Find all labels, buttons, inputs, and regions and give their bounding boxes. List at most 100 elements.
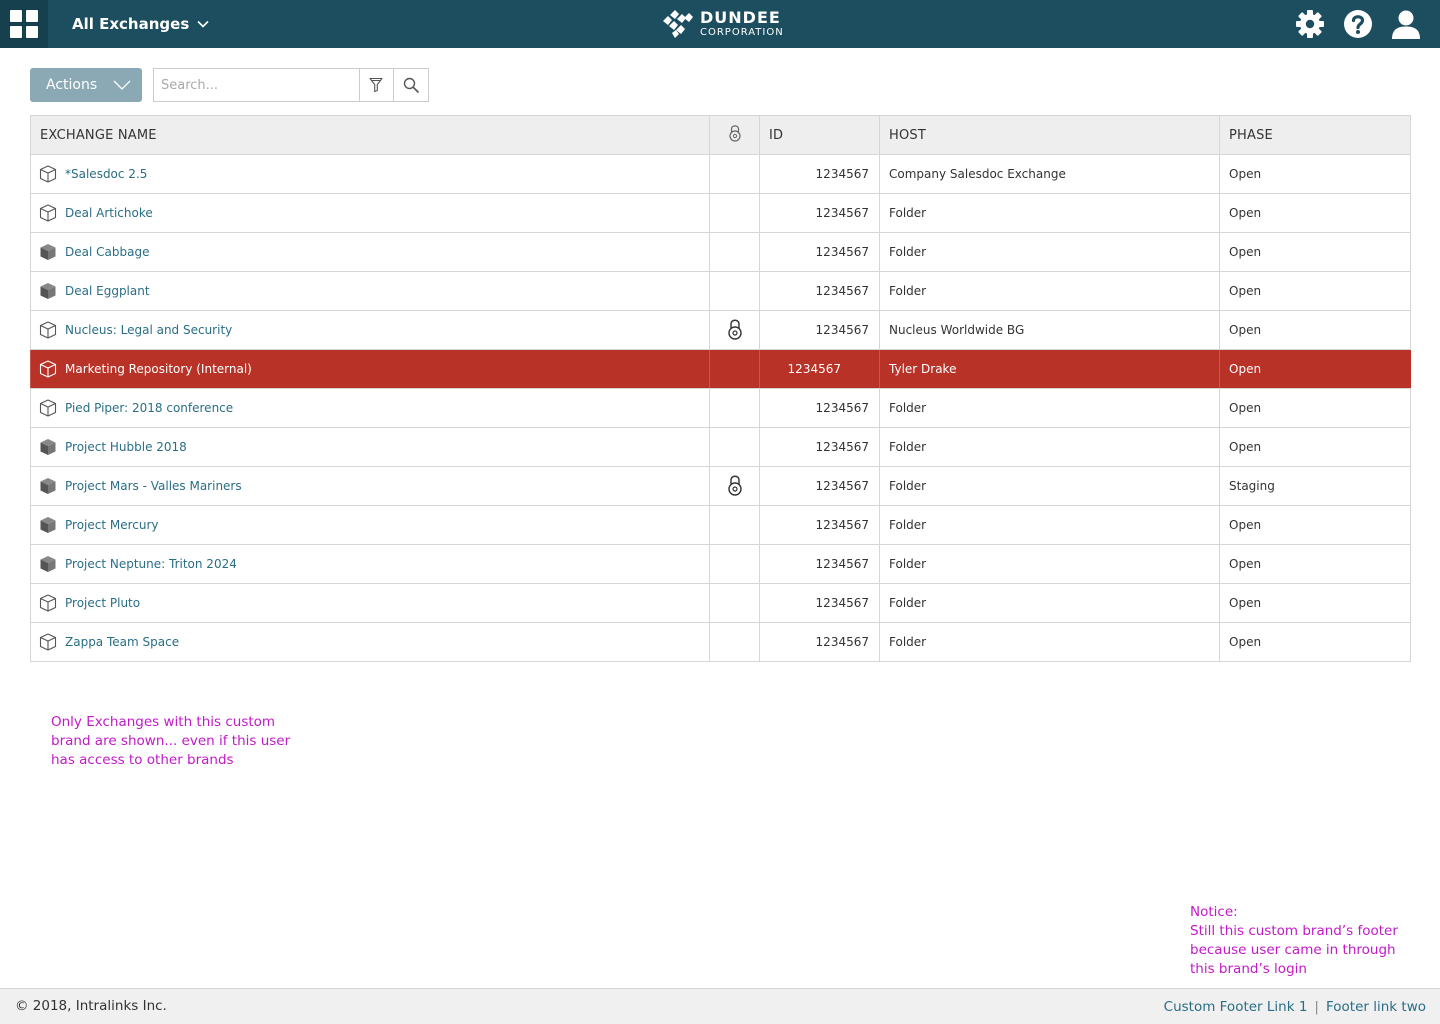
cell-exchange-name: Project Mars - Valles Mariners — [30, 466, 710, 506]
settings-button[interactable] — [1294, 8, 1326, 40]
footer-link-2[interactable]: Footer link two — [1326, 999, 1426, 1015]
table-row[interactable]: Project Pluto 1234567 Folder Open — [30, 583, 1411, 623]
exchange-name-link[interactable]: Nucleus: Legal and Security — [65, 323, 232, 337]
exchange-name-link[interactable]: Deal Cabbage — [65, 245, 149, 259]
cell-id: 1234567 — [759, 271, 880, 311]
table-row[interactable]: *Salesdoc 2.5 1234567 Company Salesdoc Exc… — [30, 154, 1411, 194]
cell-exchange-name: Deal Cabbage — [30, 232, 710, 272]
footer-links: Custom Footer Link 1 | Footer link two — [1164, 999, 1426, 1015]
column-header-phase[interactable]: PHASE — [1219, 115, 1411, 155]
cube-outline-icon — [39, 594, 57, 612]
exchange-name-link[interactable]: Deal Eggplant — [65, 284, 150, 298]
exchange-name-link[interactable]: Deal Artichoke — [65, 206, 153, 220]
cube-filled-icon — [40, 439, 56, 455]
column-header-id[interactable]: ID — [759, 115, 880, 155]
cell-lock — [709, 622, 760, 662]
cell-phase: Open — [1219, 505, 1411, 545]
exchange-name-link[interactable]: *Salesdoc 2.5 — [65, 167, 147, 181]
exchange-name-link[interactable]: Project Hubble 2018 — [65, 440, 187, 454]
column-header-host[interactable]: HOST — [879, 115, 1220, 155]
column-header-exchange-name[interactable]: EXCHANGE NAME — [30, 115, 710, 155]
actions-dropdown-button[interactable]: Actions — [30, 68, 142, 102]
filter-button[interactable] — [358, 69, 394, 101]
cell-exchange-name: Marketing Repository (Internal) — [30, 349, 710, 389]
table-row[interactable]: Project Neptune: Triton 2024 1234567 Folde… — [30, 544, 1411, 584]
annotation-footer-notice-body: Still this custom brand’s footer because… — [1190, 923, 1398, 977]
table-row[interactable]: Marketing Repository (Internal) 1234567 Ty… — [30, 349, 1411, 389]
table-row[interactable]: Deal Cabbage 1234567 Folder Open — [30, 232, 1411, 272]
cell-id: 1234567 — [759, 388, 880, 428]
gear-icon — [1296, 10, 1324, 38]
cell-host: Folder — [879, 427, 1220, 467]
table-row[interactable]: Pied Piper: 2018 conference 1234567 Folder… — [30, 388, 1411, 428]
cell-host: Nucleus Worldwide BG — [879, 310, 1220, 350]
lock-icon — [727, 319, 742, 340]
logo-title: DUNDEE — [700, 8, 781, 27]
top-bar: All Exchanges DUNDEE CORPORATION — [0, 0, 1440, 48]
cell-exchange-name: Project Mercury — [30, 505, 710, 545]
exchange-filter-menu[interactable]: All Exchanges — [72, 0, 209, 48]
exchange-name-link[interactable]: Project Mercury — [65, 518, 159, 532]
cell-host: Folder — [879, 232, 1220, 272]
table-row[interactable]: Zappa Team Space 1234567 Folder Open — [30, 622, 1411, 662]
cell-lock — [709, 583, 760, 623]
cell-exchange-name: Project Hubble 2018 — [30, 427, 710, 467]
search-input[interactable] — [154, 69, 359, 101]
table-row[interactable]: Project Mars - Valles Mariners 1234567 Fol… — [30, 466, 1411, 506]
copyright-text: © 2018, Intralinks Inc. — [15, 998, 167, 1014]
cell-exchange-name: Zappa Team Space — [30, 622, 710, 662]
help-icon — [1344, 10, 1372, 38]
exchange-name-link[interactable]: Zappa Team Space — [65, 635, 179, 649]
cell-phase: Open — [1219, 154, 1411, 194]
exchange-filter-label: All Exchanges — [72, 15, 190, 33]
cell-exchange-name: *Salesdoc 2.5 — [30, 154, 710, 194]
table-row[interactable]: Nucleus: Legal and Security 1234567 Nucleu… — [30, 310, 1411, 350]
cell-id: 1234567 — [759, 622, 880, 662]
cube-filled-icon — [40, 478, 56, 494]
cell-lock — [709, 193, 760, 233]
cell-exchange-name: Pied Piper: 2018 conference — [30, 388, 710, 428]
cell-phase: Open — [1219, 271, 1411, 311]
apps-grid-icon — [10, 10, 38, 38]
exchange-name-link[interactable]: Project Neptune: Triton 2024 — [65, 557, 237, 571]
cell-host: Folder — [879, 193, 1220, 233]
table-row[interactable]: Project Hubble 2018 1234567 Folder Open — [30, 427, 1411, 467]
exchange-name-link[interactable]: Project Mars - Valles Mariners — [65, 479, 242, 493]
cell-lock — [709, 349, 760, 389]
exchange-name-link[interactable]: Project Pluto — [65, 596, 140, 610]
cell-id: 1234567 — [759, 349, 880, 389]
cell-lock — [709, 271, 760, 311]
footer-link-1[interactable]: Custom Footer Link 1 — [1164, 999, 1308, 1015]
cell-lock — [709, 154, 760, 194]
chevron-down-icon — [113, 80, 131, 90]
cell-host: Folder — [879, 271, 1220, 311]
cube-outline-icon — [39, 204, 57, 222]
help-button[interactable] — [1342, 8, 1374, 40]
cell-lock — [709, 505, 760, 545]
apps-menu-button[interactable] — [0, 0, 48, 48]
cell-lock — [709, 310, 760, 350]
user-profile-button[interactable] — [1390, 8, 1422, 40]
cell-host: Tyler Drake — [879, 349, 1220, 389]
exchange-name-link[interactable]: Marketing Repository (Internal) — [65, 362, 252, 376]
column-header-lock[interactable] — [709, 115, 760, 155]
table-row[interactable]: Project Mercury 1234567 Folder Open — [30, 505, 1411, 545]
cell-exchange-name: Project Pluto — [30, 583, 710, 623]
footer-link-separator: | — [1314, 999, 1319, 1015]
search-bar — [153, 68, 429, 102]
table-header-row: EXCHANGE NAME ID HOST PHASE — [30, 115, 1411, 155]
exchange-name-link[interactable]: Pied Piper: 2018 conference — [65, 401, 233, 415]
cell-host: Folder — [879, 583, 1220, 623]
cell-phase: Open — [1219, 310, 1411, 350]
logo-subtitle: CORPORATION — [700, 27, 784, 38]
cell-phase: Open — [1219, 349, 1411, 389]
cube-outline-icon — [39, 633, 57, 651]
user-icon — [1392, 10, 1420, 39]
cube-filled-icon — [40, 283, 56, 299]
table-row[interactable]: Deal Eggplant 1234567 Folder Open — [30, 271, 1411, 311]
search-button[interactable] — [393, 69, 428, 101]
cell-lock — [709, 388, 760, 428]
table-row[interactable]: Deal Artichoke 1234567 Folder Open — [30, 193, 1411, 233]
cell-lock — [709, 232, 760, 272]
cell-phase: Open — [1219, 232, 1411, 272]
